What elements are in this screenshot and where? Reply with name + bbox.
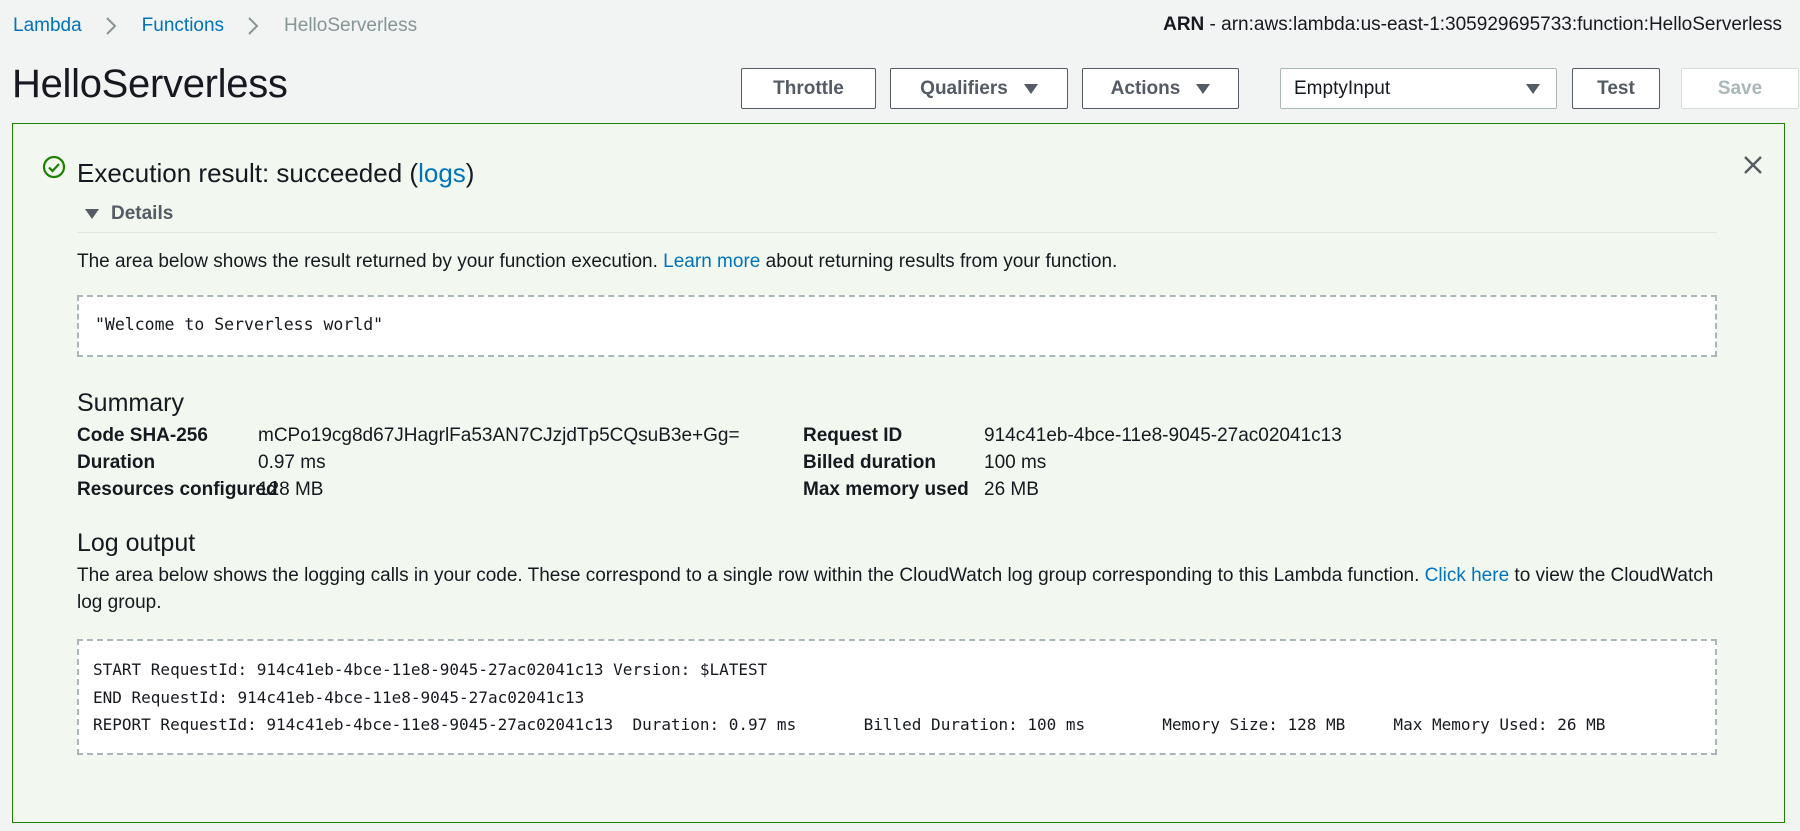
breadcrumb-functions[interactable]: Functions	[142, 15, 224, 37]
cloudwatch-click-here-link[interactable]: Click here	[1425, 565, 1509, 586]
summary-label: Duration	[77, 452, 156, 473]
actions-dropdown-button[interactable]: Actions	[1082, 68, 1239, 109]
summary-label: Billed duration	[803, 452, 936, 473]
log-output-description: The area below shows the logging calls i…	[77, 562, 1737, 616]
chevron-right-icon	[242, 15, 264, 37]
log-output-heading: Log output	[77, 529, 196, 557]
result-description: The area below shows the result returned…	[77, 248, 1117, 275]
summary-value: 128 MB	[258, 479, 324, 500]
save-button-label: Save	[1717, 77, 1763, 99]
test-event-select[interactable]: EmptyInput	[1280, 68, 1557, 109]
result-title-prefix: Execution result: succeeded (	[77, 158, 419, 188]
caret-down-icon	[1196, 83, 1211, 94]
result-output: "Welcome to Serverless world"	[95, 315, 384, 334]
summary-label: Request ID	[803, 425, 903, 446]
chevron-right-icon	[100, 15, 122, 37]
summary-value: 26 MB	[984, 479, 1039, 500]
function-arn: ARN - arn:aws:lambda:us-east-1:305929695…	[1163, 14, 1782, 36]
breadcrumb-current: HelloServerless	[284, 15, 418, 36]
log-line: START RequestId: 914c41eb-4bce-11e8-9045…	[93, 660, 768, 679]
caret-down-icon	[1526, 83, 1540, 94]
details-toggle[interactable]: Details	[85, 203, 173, 225]
test-button-label: Test	[1597, 77, 1635, 99]
qualifiers-button-label: Qualifiers	[920, 77, 1008, 99]
close-icon[interactable]	[1740, 152, 1766, 178]
summary-label: Code SHA-256	[77, 425, 208, 446]
breadcrumb-lambda[interactable]: Lambda	[13, 15, 82, 37]
test-button[interactable]: Test	[1572, 68, 1660, 109]
check-circle-icon	[41, 154, 67, 180]
learn-more-link[interactable]: Learn more	[663, 251, 760, 272]
execution-result-panel: Execution result: succeeded (logs) Detai…	[12, 123, 1785, 823]
throttle-button[interactable]: Throttle	[741, 68, 876, 109]
actions-button-label: Actions	[1110, 77, 1181, 99]
breadcrumb: Lambda Functions HelloServerless	[13, 14, 417, 38]
summary-value: 914c41eb-4bce-11e8-9045-27ac02041c13	[984, 425, 1342, 446]
summary-label: Resources configured	[77, 479, 278, 500]
log-description-text: The area below shows the logging calls i…	[77, 565, 1425, 586]
result-output-box: "Welcome to Serverless world"	[77, 295, 1717, 357]
throttle-button-label: Throttle	[773, 77, 844, 99]
summary-label: Max memory used	[803, 479, 969, 500]
save-button[interactable]: Save	[1681, 68, 1799, 109]
details-label: Details	[111, 203, 174, 224]
logs-link[interactable]: logs	[418, 158, 466, 188]
caret-down-icon	[85, 209, 99, 219]
result-description-text: The area below shows the result returned…	[77, 251, 664, 272]
log-line: END RequestId: 914c41eb-4bce-11e8-9045-2…	[93, 687, 585, 707]
arn-value: - arn:aws:lambda:us-east-1:305929695733:…	[1204, 14, 1782, 35]
summary-heading: Summary	[77, 389, 184, 417]
summary-value: 100 ms	[984, 452, 1047, 473]
arn-label: ARN	[1163, 14, 1205, 35]
execution-result-title: Execution result: succeeded (logs)	[77, 158, 474, 189]
divider	[77, 232, 1717, 233]
page-title: HelloServerless	[12, 62, 288, 106]
log-output-box: START RequestId: 914c41eb-4bce-11e8-9045…	[77, 639, 1717, 755]
log-line: REPORT RequestId: 914c41eb-4bce-11e8-904…	[93, 715, 1606, 734]
summary-value: mCPo19cg8d67JHagrlFa53AN7CJzjdTp5CQsuB3e…	[258, 425, 740, 446]
qualifiers-dropdown-button[interactable]: Qualifiers	[890, 68, 1068, 109]
result-title-suffix: )	[465, 158, 475, 188]
test-event-selected-value: EmptyInput	[1294, 77, 1391, 99]
caret-down-icon	[1023, 83, 1038, 94]
summary-value: 0.97 ms	[258, 452, 326, 473]
result-description-text-end: about returning results from your functi…	[760, 251, 1118, 272]
